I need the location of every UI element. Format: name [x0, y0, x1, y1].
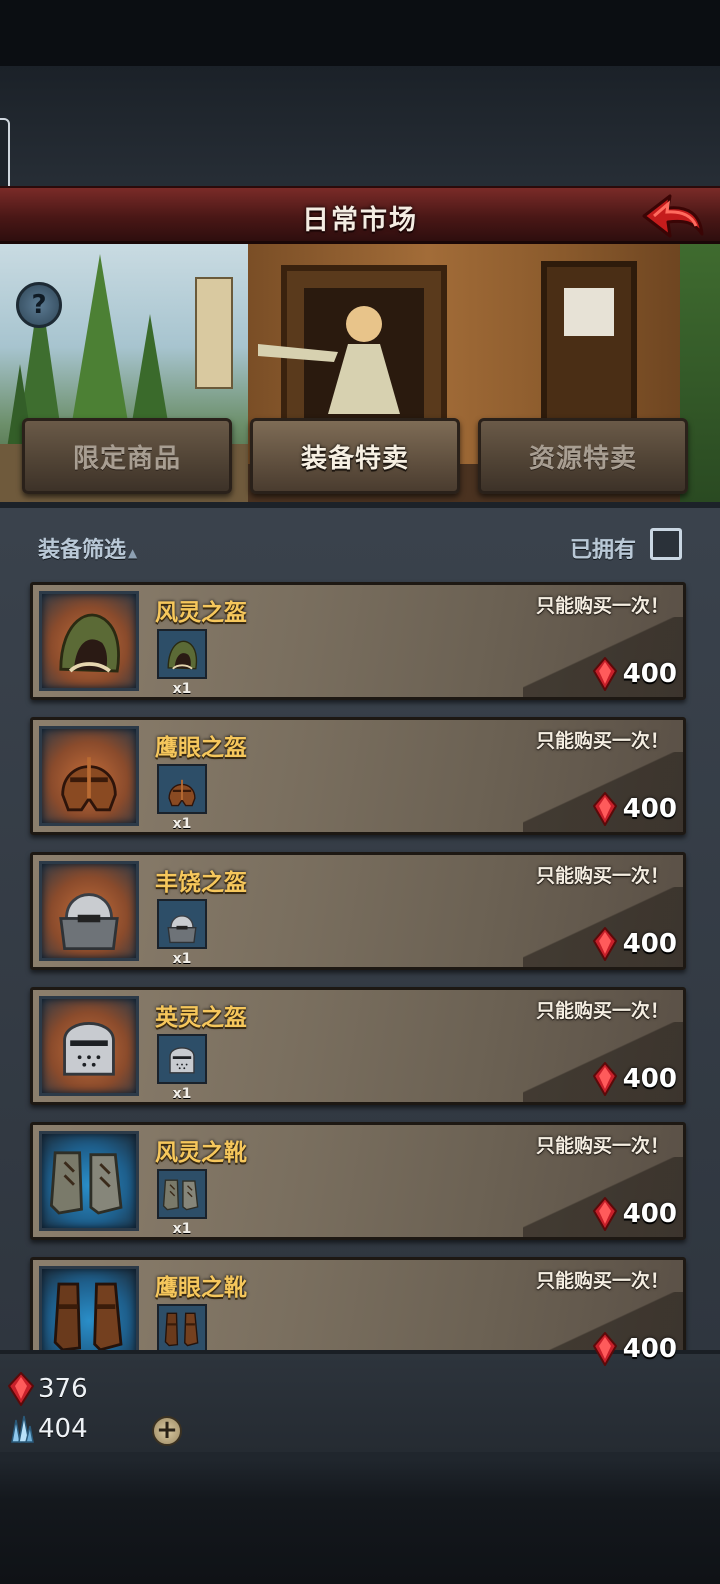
- item-name: 鹰眼之靴: [155, 1275, 247, 1301]
- cloth-boots-icon: [39, 1131, 139, 1231]
- bronze-helmet-thumb-icon: [157, 764, 207, 814]
- gem-count: 376: [38, 1374, 88, 1404]
- gem-balance: 376: [8, 1372, 88, 1406]
- back-arrow-icon[interactable]: [640, 190, 706, 242]
- price-value: 400: [622, 659, 677, 689]
- red-gem-icon: [592, 1332, 617, 1366]
- crystal-balance: 404: [8, 1414, 88, 1444]
- red-gem-icon: [592, 1062, 617, 1096]
- red-gem-icon: [592, 792, 617, 826]
- tab-label: 资源特卖: [528, 443, 637, 474]
- add-currency-button[interactable]: +: [152, 1416, 182, 1446]
- owned-filter-label: 已拥有: [569, 538, 636, 563]
- tab-label: 限定商品: [72, 443, 181, 474]
- item-quantity: x1: [172, 816, 192, 832]
- red-gem-icon: [592, 927, 617, 961]
- item-quantity: x1: [172, 1221, 192, 1237]
- price-value: 400: [622, 1334, 677, 1364]
- shop-item[interactable]: 英灵之盔 只能购买一次！ x1 400: [30, 987, 686, 1105]
- price-tag: 400: [592, 1062, 677, 1096]
- chainmail-helmet-icon: [39, 861, 139, 961]
- knight-helmet-icon: [39, 996, 139, 1096]
- tab-limited-goods[interactable]: 限定商品: [22, 418, 232, 494]
- shop-item[interactable]: 丰饶之盔 只能购买一次！ x1 400: [30, 852, 686, 970]
- knight-helmet-thumb-icon: [157, 1034, 207, 1084]
- red-gem-icon: [592, 657, 617, 691]
- purchase-limit-text: 只能购买一次！: [535, 1135, 669, 1157]
- tab-resource-sale[interactable]: 资源特卖: [478, 418, 688, 494]
- equipment-filter-button[interactable]: 装备筛选 ▲: [38, 532, 137, 564]
- tab-equipment-sale[interactable]: 装备特卖: [250, 418, 460, 494]
- hood-helmet-thumb-icon: [157, 629, 207, 679]
- price-value: 400: [622, 794, 677, 824]
- price-tag: 400: [592, 1197, 677, 1231]
- shop-panel: 装备筛选 ▲ 已拥有 风灵之盔 只能购买一次！ x1 400 鹰眼之盔 只能购买一次！ x1 4…: [0, 502, 720, 1375]
- item-list[interactable]: 风灵之盔 只能购买一次！ x1 400 鹰眼之盔 只能购买一次！ x1 400 丰饶之盔 只能购买…: [30, 582, 686, 1392]
- item-name: 风灵之靴: [155, 1140, 247, 1166]
- shop-item[interactable]: 鹰眼之盔 只能购买一次！ x1 400: [30, 717, 686, 835]
- purchase-limit-text: 只能购买一次！: [535, 595, 669, 617]
- price-tag: 400: [592, 657, 677, 691]
- cloth-boots-thumb-icon: [157, 1169, 207, 1219]
- price-tag: 400: [592, 1332, 677, 1366]
- item-quantity: x1: [172, 951, 192, 967]
- shop-item[interactable]: 风灵之靴 只能购买一次！ x1 400: [30, 1122, 686, 1240]
- item-name: 鹰眼之盔: [155, 735, 247, 761]
- hood-helmet-icon: [39, 591, 139, 691]
- price-value: 400: [622, 1064, 677, 1094]
- owned-checkbox[interactable]: [650, 528, 682, 560]
- purchase-limit-text: 只能购买一次！: [535, 1270, 669, 1292]
- filter-label: 装备筛选: [38, 538, 127, 563]
- crystal-count: 404: [38, 1414, 88, 1444]
- purchase-limit-text: 只能购买一次！: [535, 730, 669, 752]
- help-button[interactable]: ?: [16, 282, 62, 328]
- price-value: 400: [622, 929, 677, 959]
- price-tag: 400: [592, 792, 677, 826]
- price-value: 400: [622, 1199, 677, 1229]
- bronze-helmet-icon: [39, 726, 139, 826]
- title-bar: 日常市场: [0, 186, 720, 244]
- page-title: 日常市场: [302, 205, 418, 236]
- red-gem-icon: [592, 1197, 617, 1231]
- item-quantity: x1: [172, 1086, 192, 1102]
- purchase-limit-text: 只能购买一次！: [535, 1000, 669, 1022]
- item-name: 英灵之盔: [155, 1005, 247, 1031]
- red-gem-icon: [8, 1372, 34, 1406]
- price-tag: 400: [592, 927, 677, 961]
- shop-item[interactable]: 风灵之盔 只能购买一次！ x1 400: [30, 582, 686, 700]
- blue-crystal-icon: [11, 1415, 34, 1443]
- daily-market-screen: 日常市场 ? 限定商品 装备特卖 资源特卖 装备筛选 ▲ 已拥有 风灵之盔 只能…: [0, 0, 720, 1584]
- purchase-limit-text: 只能购买一次！: [535, 865, 669, 887]
- tab-label: 装备特卖: [300, 443, 409, 474]
- item-name: 风灵之盔: [155, 600, 247, 626]
- leather-boots-thumb-icon: [157, 1304, 207, 1354]
- caret-up-icon: ▲: [128, 546, 138, 560]
- item-name: 丰饶之盔: [155, 870, 247, 896]
- item-quantity: x1: [172, 681, 192, 697]
- chainmail-helmet-thumb-icon: [157, 899, 207, 949]
